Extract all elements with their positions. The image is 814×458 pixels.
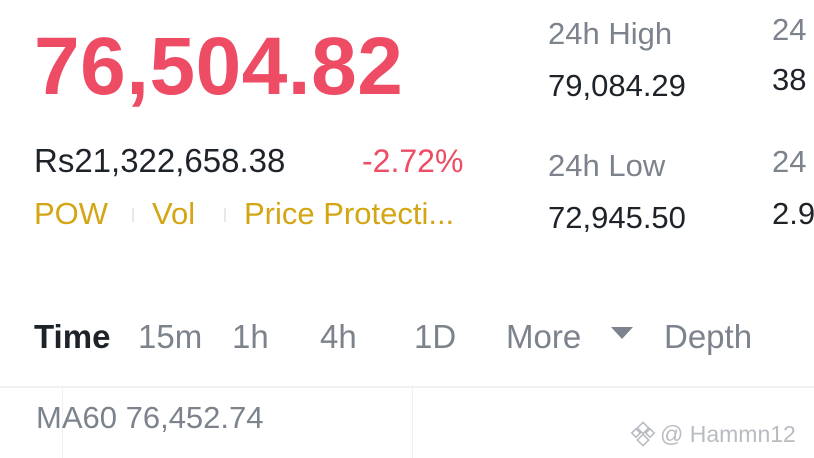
tag-price-protection[interactable]: Price Protecti... — [244, 196, 454, 232]
tab-time[interactable]: Time — [34, 318, 110, 356]
tab-depth[interactable]: Depth — [664, 318, 752, 356]
tag-pow[interactable]: POW — [34, 196, 108, 232]
stat-high-label: 24h High — [548, 16, 673, 51]
tab-15m[interactable]: 15m — [138, 318, 202, 356]
chart-top-divider — [0, 386, 814, 388]
tab-4h[interactable]: 4h — [320, 318, 357, 356]
stat-high-value: 79,084.29 — [548, 68, 686, 103]
tab-1h[interactable]: 1h — [232, 318, 269, 356]
fiat-price: Rs21,322,658.38 — [34, 142, 286, 179]
caret-down-icon[interactable] — [611, 327, 633, 339]
chart-gridline — [412, 388, 413, 458]
ma60-indicator: MA60 76,452.74 — [36, 400, 264, 435]
tab-1d[interactable]: 1D — [414, 318, 456, 356]
stat-vol-quote-label: 24 — [772, 144, 807, 179]
price-change-percent: -2.72% — [362, 143, 464, 179]
stat-vol-value: 38 — [772, 62, 807, 97]
watermark: @ Hammn12 — [630, 420, 796, 448]
stat-low-value: 72,945.50 — [548, 200, 686, 235]
stat-vol-quote-value: 2.9 — [772, 196, 814, 231]
stat-low-label: 24h Low — [548, 148, 666, 183]
tag-vol[interactable]: Vol — [152, 196, 195, 232]
tag-separator — [224, 208, 226, 222]
binance-logo-icon — [630, 421, 656, 447]
tag-separator — [132, 208, 134, 222]
watermark-text: @ Hammn12 — [660, 421, 796, 447]
last-price: 76,504.82 — [34, 21, 404, 112]
tab-more[interactable]: More — [506, 318, 581, 356]
stat-vol-label: 24 — [772, 12, 807, 47]
